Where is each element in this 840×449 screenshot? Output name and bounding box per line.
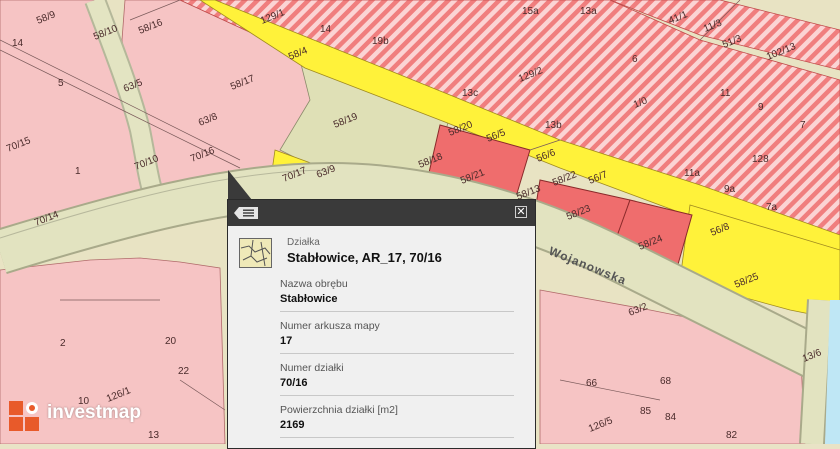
parcel-number-label: 11a (684, 168, 700, 179)
parcel-number-label: 7 (800, 120, 806, 131)
parcel-number-label: 9 (758, 102, 764, 113)
field-value: 17 (280, 335, 293, 347)
field-label: Nazwa obrębu (280, 278, 348, 290)
parcel-title: Stabłowice, AR_17, 70/16 (287, 250, 442, 265)
list-menu-icon[interactable] (234, 207, 258, 219)
parcel-number-label: 15a (522, 6, 539, 17)
parcel-number-label: 22 (178, 366, 190, 377)
parcel-number-label: 9a (724, 184, 736, 195)
parcel-number-label: 1 (75, 166, 81, 177)
field-label: Numer działki (280, 362, 344, 374)
parcel-number-label: 82 (726, 430, 738, 441)
parcel-number-label: 14 (320, 24, 332, 35)
parcel-number-label: 6 (632, 54, 638, 65)
field-map-sheet: Numer arkusza mapy 17 (280, 320, 514, 354)
parcel-number-label: 85 (640, 406, 652, 417)
parcel-number-label: 128 (752, 154, 769, 165)
field-parcel-number: Numer działki 70/16 (280, 362, 514, 396)
field-label: Powierzchnia działki [m2] (280, 404, 398, 416)
parcel-number-label: 68 (660, 376, 672, 387)
parcel-number-label: 84 (665, 412, 677, 423)
parcel-number-label: 14 (12, 38, 24, 49)
popup-pointer (228, 170, 252, 200)
logo-text: investmap (47, 402, 141, 423)
logo-mark-icon (9, 401, 39, 431)
parcel-number-label: 11 (720, 88, 731, 99)
parcel-thumbnail-icon (239, 238, 272, 268)
field-parcel-area: Powierzchnia działki [m2] 2169 (280, 404, 514, 438)
field-precinct: Nazwa obrębu Stabłowice (280, 278, 514, 312)
field-value: 70/16 (280, 377, 308, 389)
popup-header: ✕ (228, 200, 535, 226)
close-icon[interactable]: ✕ (515, 206, 527, 218)
field-label: Numer arkusza mapy (280, 320, 380, 332)
parcel-number-label: 2 (60, 338, 66, 349)
parcel-number-label: 13c (462, 88, 478, 99)
parcel-number-label: 7a (766, 202, 778, 213)
parcel-number-label: 20 (165, 336, 177, 347)
parcel-number-label: 5 (58, 78, 64, 89)
parcel-number-label: 13b (545, 120, 562, 131)
parcel-number-label: 13a (580, 6, 597, 17)
field-value: Stabłowice (280, 293, 338, 305)
parcel-number-label: 66 (586, 378, 598, 389)
object-type: Działka (287, 237, 320, 248)
parcel-info-popup: ✕ Działka Stabłowice, AR_17, 70/16 Nazwa… (227, 199, 536, 449)
road-vertical (801, 299, 831, 444)
parcel-number-label: 13 (148, 430, 160, 441)
field-value: 2169 (280, 419, 305, 431)
parcel-number-label: 19b (372, 36, 389, 47)
